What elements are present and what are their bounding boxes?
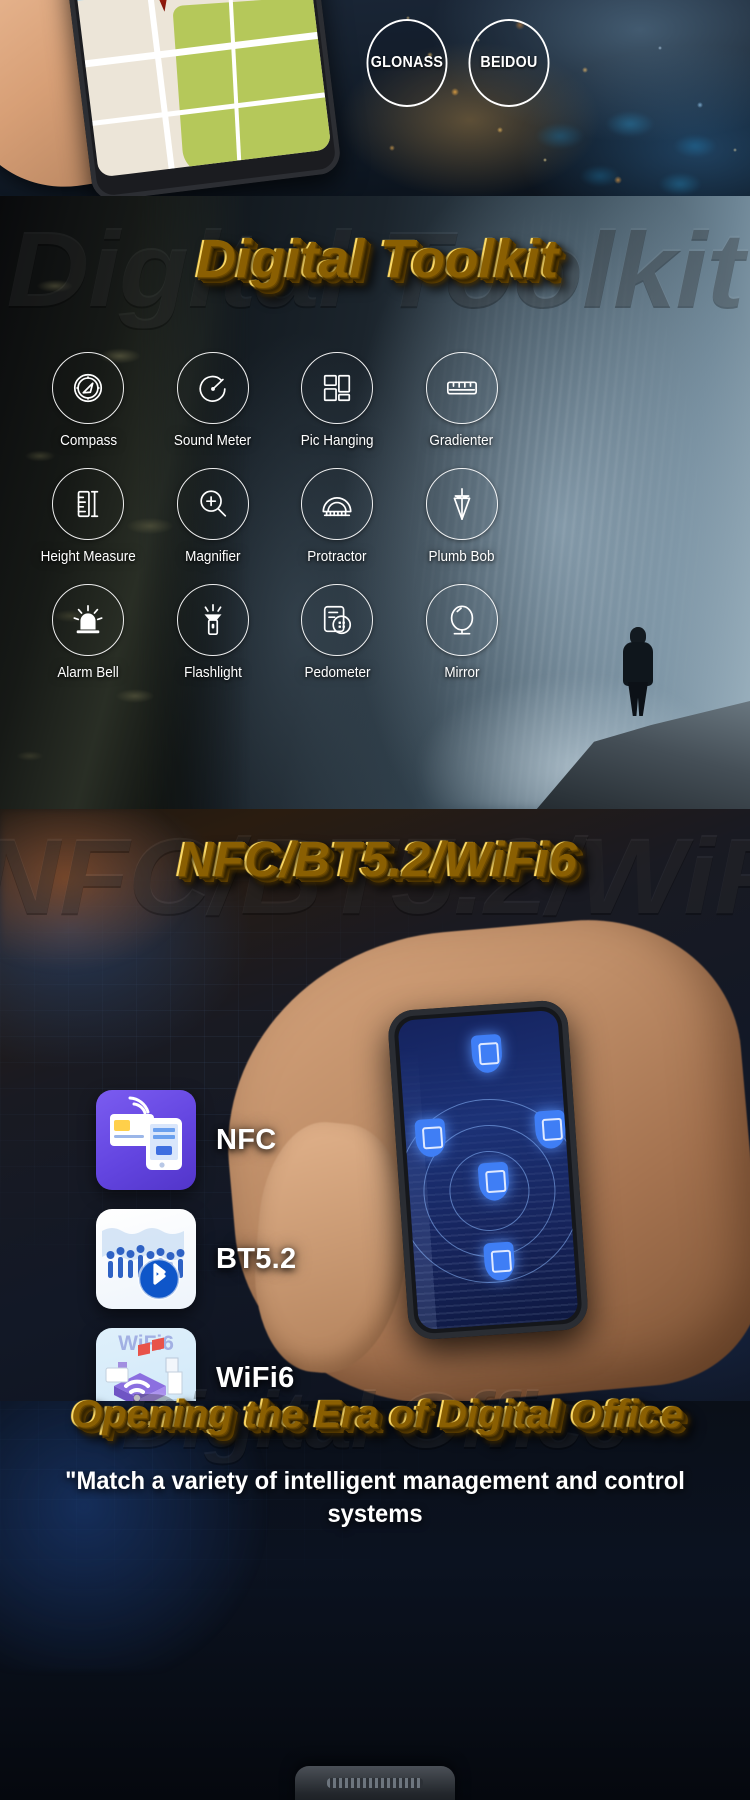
product-landing-page: GLONASS BEIDOU Digital Toolkit Digital T… [0,0,750,1800]
protractor-icon [322,497,352,517]
tool-icon-ring [52,352,125,424]
toolkit-title: Digital Toolkit [0,232,750,286]
tool-item-sound-meter[interactable]: Sound Meter [151,352,276,449]
oil-tanks-backdrop [520,76,750,196]
phone-map-screen [72,0,332,178]
pedometer-icon [324,605,352,635]
tool-item-height-measure[interactable]: Height Measure [26,468,151,565]
network-node-center [477,1161,511,1202]
hero-gnss-section: GLONASS BEIDOU [0,0,750,196]
tool-label: Protractor [307,549,367,565]
tool-label: Compass [59,433,117,449]
tool-icon-ring [425,352,498,424]
tool-label: Pedometer [304,665,371,681]
connectivity-card-list: NFC BT5.2 WiFi6 [96,1090,296,1428]
phone-network-screen [397,1009,579,1331]
compass-icon [74,373,103,403]
person-legs [628,682,648,716]
tool-item-mirror[interactable]: Mirror [400,584,525,681]
gnss-badge-beidou[interactable]: BEIDOU [468,19,550,107]
tool-label: Height Measure [40,549,136,565]
gnss-badge-group: GLONASS BEIDOU [363,19,553,107]
connectivity-label: WiFi6 [216,1361,295,1394]
tool-item-protractor[interactable]: Protractor [275,468,400,565]
gnss-badge-label: BEIDOU [480,54,538,71]
tool-icon-ring [301,584,374,656]
footer-title: Opening the Era of Digital Office [0,1395,750,1434]
network-node [483,1241,516,1282]
connectivity-title: NFC/BT5.2/WiFi6 [0,836,750,885]
mirror-icon [450,605,473,635]
tool-icon-ring [52,584,125,656]
rugged-phone-network-device [386,999,590,1341]
tool-label: Sound Meter [174,433,252,449]
tool-item-compass[interactable]: Compass [26,352,151,449]
connectivity-item-nfc[interactable]: NFC [96,1090,296,1190]
magnifier-icon [200,490,226,517]
flashlight-icon [204,604,222,636]
tool-label: Alarm Bell [57,665,119,681]
network-node [414,1117,447,1158]
tool-label: Gradienter [429,433,494,449]
connectivity-label: NFC [216,1123,277,1156]
person-silhouette [618,627,658,716]
tool-label: Magnifier [185,549,241,565]
map-park-area [172,0,332,176]
person-torso [623,642,653,686]
rugged-phone-map-device [63,0,343,196]
tool-icon-ring [301,468,374,540]
bluetooth-card-icon [96,1209,196,1309]
connectivity-label: BT5.2 [216,1242,297,1275]
toolkit-icon-grid: Compass Sound Meter Pic Hanging Gradient… [26,352,524,681]
tool-icon-ring [176,584,249,656]
tool-icon-ring [425,468,498,540]
tool-icon-ring [52,468,125,540]
connectivity-item-bt[interactable]: BT5.2 [96,1209,296,1309]
gradienter-icon [446,381,477,395]
gnss-badge-glonass[interactable]: GLONASS [366,19,448,107]
tool-icon-ring [301,352,374,424]
footer-grid-backdrop [0,1401,750,1800]
network-node [470,1033,504,1074]
tool-icon-ring [176,352,249,424]
tool-item-plumb-bob[interactable]: Plumb Bob [400,468,525,565]
tool-label: Pic Hanging [300,433,374,449]
tool-item-pedometer[interactable]: Pedometer [275,584,400,681]
tool-item-magnifier[interactable]: Magnifier [151,468,276,565]
tool-icon-ring [425,584,498,656]
tool-label: Flashlight [183,665,242,681]
footer-quote: "Match a variety of intelligent manageme… [65,1467,685,1528]
network-nodes [397,1010,578,1330]
alarm-bell-icon [73,604,103,634]
height-measure-icon [77,490,99,518]
map-road [142,0,175,169]
tool-item-gradienter[interactable]: Gradienter [400,352,525,449]
nfc-card-icon [96,1090,196,1190]
pic-hanging-icon [324,374,351,402]
gnss-badge-label: GLONASS [370,54,444,71]
tool-label: Plumb Bob [428,549,495,565]
sound-meter-icon [199,375,226,402]
tool-item-flashlight[interactable]: Flashlight [151,584,276,681]
footer-section [0,1401,750,1800]
tool-item-alarm-bell[interactable]: Alarm Bell [26,584,151,681]
plumb-bob-icon [453,488,471,520]
tool-item-pic-hanging[interactable]: Pic Hanging [275,352,400,449]
tool-label: Mirror [444,665,480,681]
tool-icon-ring [176,468,249,540]
map-pin-tip [152,0,174,13]
bottom-device-peek [295,1766,455,1800]
network-node [534,1109,567,1150]
